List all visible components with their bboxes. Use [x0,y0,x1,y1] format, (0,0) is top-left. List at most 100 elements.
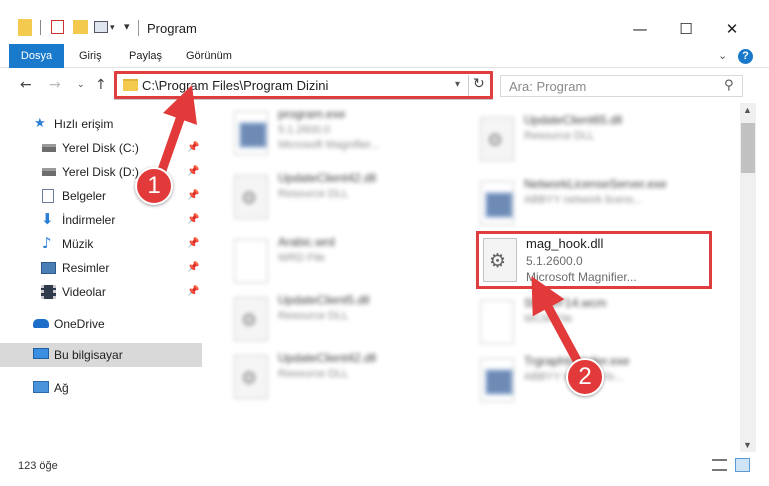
drive-icon [42,144,56,152]
address-dropdown-icon[interactable]: ▾ [455,79,460,90]
tab-home[interactable]: Giriş [79,44,102,68]
address-divider [468,75,469,96]
file-name: mag_hook.dll [526,236,604,251]
vertical-scrollbar[interactable]: ▲ ▼ [740,103,756,452]
pin-icon[interactable]: 📌 [187,142,199,153]
file-type: WCM File [524,313,573,325]
gear-icon: ⚙ [241,368,258,389]
drive-icon [42,168,56,176]
title-bar: ▾ ▾ Program — ☐ ✕ [0,0,769,44]
sidebar-item-label: İndirmeler [62,213,116,227]
file-item-updateclient42-b[interactable]: ⚙ UpdateClient42.dll Resource DLL [230,347,470,405]
up-button[interactable]: ↑ [95,77,107,93]
minimize-button[interactable]: — [617,14,663,44]
close-button[interactable]: ✕ [709,14,755,44]
folder-icon [18,19,32,36]
customize-toolbar-icon[interactable]: ▾ [124,20,130,33]
sidebar-item-disk-c[interactable]: Yerel Disk (C:) 📌 [0,136,202,160]
gear-icon: ⚙ [489,250,507,272]
title-divider [138,20,139,36]
file-item-networklicenseserver[interactable]: NetworkLicenseServer.exe ABBYY network l… [476,173,716,231]
sidebar-item-pictures[interactable]: Resimler 📌 [0,256,202,280]
gear-icon: ⚙ [241,188,258,209]
exe-file-icon [234,111,268,155]
callout-step-1: 1 [135,167,173,205]
file-type: Resource DLL [278,368,349,380]
sidebar-item-label: Yerel Disk (D:) [62,165,139,179]
file-item-updateclient42[interactable]: ⚙ UpdateClient42.dll Resource DLL [230,167,470,225]
file-item-program-exe[interactable]: program.exe 5.1.2600.0 Microsoft Magnifi… [230,103,470,161]
ribbon-tabs: Dosya Giriş Paylaş Görünüm ⌄ ? [0,44,769,68]
back-button[interactable]: ← [20,77,32,93]
dll-file-icon: ⚙ [483,238,517,282]
network-icon [33,381,49,393]
file-description: Microsoft Magnifier... [526,270,637,284]
file-name: program.exe [278,107,346,121]
pin-icon[interactable]: 📌 [187,166,199,177]
window-title: Program [147,21,197,36]
file-name: UpdateClient5.dll [278,293,370,307]
downloads-icon: ⬇ [41,210,54,228]
file-name: ShAWF14.wcm [524,296,607,310]
address-bar[interactable]: C:\Program Files\Program Dizini ▾ ↻ [114,71,493,100]
address-path[interactable]: C:\Program Files\Program Dizini [142,78,328,93]
file-type: Resource DLL [524,130,595,142]
file-item-updateclient5[interactable]: ⚙ UpdateClient5.dll Resource DLL [230,289,470,347]
dll-file-icon: ⚙ [234,355,268,399]
sidebar-item-label: Yerel Disk (C:) [62,141,139,155]
scroll-up-icon[interactable]: ▲ [743,105,752,115]
sidebar-item-label: Belgeler [62,189,107,203]
pin-icon[interactable]: 📌 [187,286,199,297]
forward-button[interactable]: → [49,77,61,93]
search-placeholder: Ara: Program [509,79,587,94]
file-type: Resource DLL [278,188,349,200]
sidebar-item-onedrive[interactable]: OneDrive [0,312,202,336]
file-item-mag-hook-dll[interactable]: ⚙ mag_hook.dll 5.1.2600.0 Microsoft Magn… [476,231,712,289]
toolbar-divider [40,20,41,35]
large-icons-view-icon[interactable] [735,458,750,472]
sidebar-item-music[interactable]: ♪ Müzik 📌 [0,232,202,256]
item-count: 123 öğe [18,460,58,472]
properties-icon[interactable] [94,21,108,33]
file-item-updateclient65[interactable]: ⚙ UpdateClient65.dll Resource DLL [476,109,716,167]
recent-locations-icon[interactable]: ⌄ [77,80,85,90]
sidebar-item-this-pc[interactable]: Bu bilgisayar [0,343,202,367]
pin-icon[interactable]: 📌 [187,262,199,273]
expand-ribbon-icon[interactable]: ⌄ [718,49,727,62]
scroll-thumb[interactable] [741,123,755,173]
file-item-shawf14[interactable]: ShAWF14.wcm WCM File [476,292,716,350]
dll-file-icon: ⚙ [234,175,268,219]
quick-access-dropdown-icon[interactable]: ▾ [110,22,115,33]
sidebar-item-label: Bu bilgisayar [54,348,123,362]
help-icon[interactable]: ? [738,49,753,64]
properties-check-icon[interactable] [51,20,64,34]
maximize-button[interactable]: ☐ [663,14,709,44]
file-type: Resource DLL [278,310,349,322]
pin-icon[interactable]: 📌 [187,190,199,201]
sidebar-item-label: Resimler [62,261,110,275]
exe-file-icon [480,358,514,402]
search-icon[interactable]: ⚲ [724,78,734,93]
tab-share[interactable]: Paylaş [129,44,162,68]
pin-icon[interactable]: 📌 [187,214,199,225]
new-folder-icon[interactable] [73,20,88,34]
details-view-icon[interactable] [712,459,727,471]
sidebar-item-videos[interactable]: Videolar 📌 [0,280,202,304]
pictures-icon [41,262,56,274]
scroll-down-icon[interactable]: ▼ [743,440,752,450]
callout-step-2: 2 [566,358,604,396]
file-version: 5.1.2600.0 [278,124,330,136]
file-description: ABBYY network licens... [524,194,643,206]
sidebar-item-network[interactable]: Ağ [0,376,202,400]
search-input[interactable]: Ara: Program ⚲ [500,75,743,97]
file-name: Arabic.wrd [278,235,335,249]
tab-view[interactable]: Görünüm [186,44,232,68]
file-item-arabic-wrd[interactable]: Arabic.wrd WRD File [230,231,470,289]
file-version: 5.1.2600.0 [526,254,583,268]
sidebar-item-quick-access[interactable]: ★ Hızlı erişim [0,112,202,136]
refresh-button[interactable]: ↻ [473,76,485,92]
pin-icon[interactable]: 📌 [187,238,199,249]
tab-file[interactable]: Dosya [9,44,64,68]
sidebar-item-downloads[interactable]: ⬇ İndirmeler 📌 [0,208,202,232]
navigation-pane: ★ Hızlı erişim Yerel Disk (C:) 📌 Yerel D… [0,103,202,451]
